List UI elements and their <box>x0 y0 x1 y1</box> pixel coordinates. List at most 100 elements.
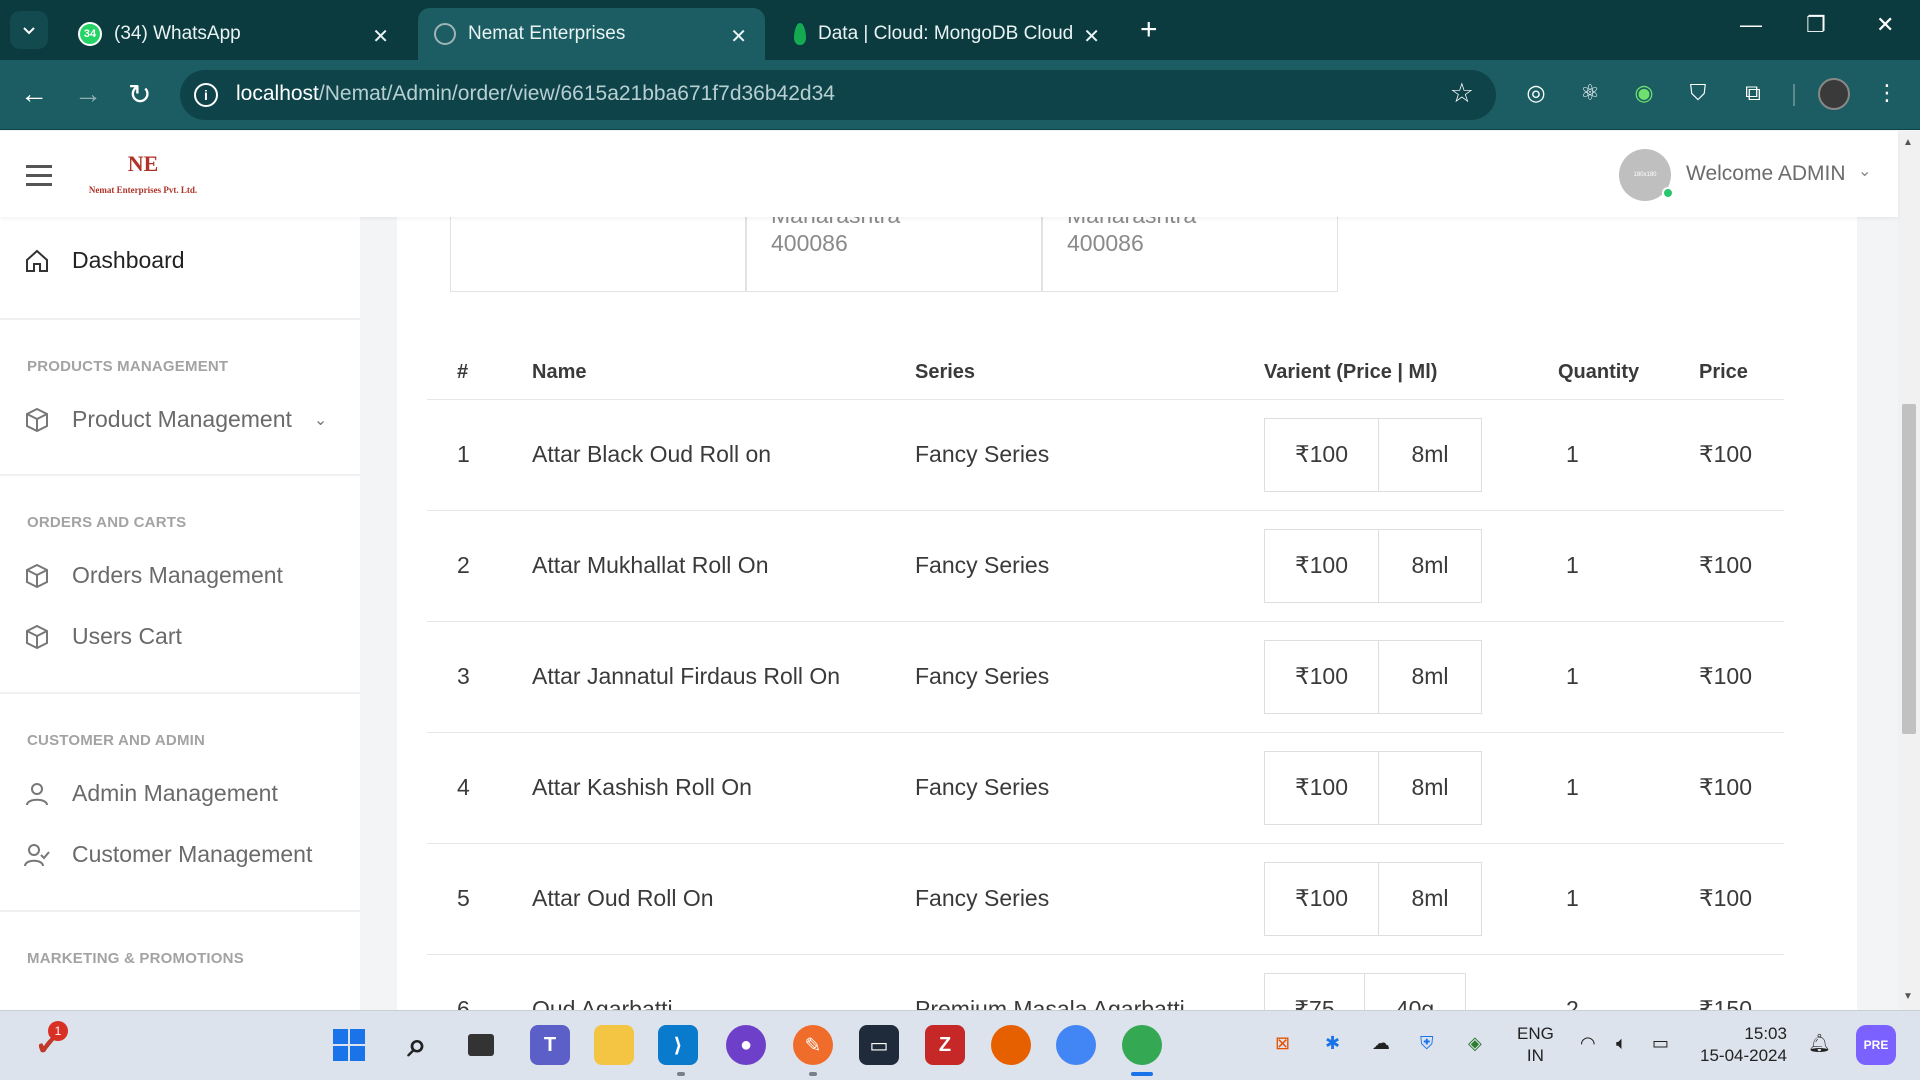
table-row: 4 Attar Kashish Roll On Fancy Series ₹10… <box>427 732 1784 844</box>
chevron-down-icon[interactable]: ⌄ <box>1858 161 1871 181</box>
user-check-icon <box>24 843 50 866</box>
sidebar: Dashboard PRODUCTS MANAGEMENT Product Ma… <box>0 217 360 1010</box>
row-series: Fancy Series <box>915 843 1264 955</box>
close-icon[interactable]: ✕ <box>730 24 747 49</box>
bookmark-star-icon[interactable]: ☆ <box>1450 78 1474 109</box>
tab-whatsapp[interactable]: 34 (34) WhatsApp ✕ <box>62 8 407 60</box>
row-name: Attar Black Oud Roll on <box>532 399 915 511</box>
app-header: NE Nemat Enterprises Pvt. Ltd. 180x180 W… <box>0 131 1898 217</box>
search-icon[interactable]: ⌕ <box>397 1025 437 1065</box>
variant-price: ₹100 <box>1265 640 1379 713</box>
welcome-text[interactable]: Welcome ADMIN <box>1686 162 1845 186</box>
variant-price: ₹100 <box>1265 418 1379 491</box>
profile-avatar[interactable] <box>1818 78 1850 110</box>
menu-toggle-icon[interactable] <box>26 165 52 192</box>
teams-icon[interactable]: T <box>530 1025 570 1065</box>
sidebar-item-customer-management[interactable]: Customer Management <box>24 841 312 868</box>
battery-icon[interactable]: ▭ <box>1652 1033 1669 1054</box>
restore-button[interactable]: ❐ <box>1806 12 1826 38</box>
close-icon[interactable]: ✕ <box>372 24 389 49</box>
filezilla-icon[interactable]: Z <box>925 1025 965 1065</box>
row-price: ₹150 <box>1699 954 1784 1010</box>
variant-size: 8ml <box>1411 663 1449 689</box>
row-number: 3 <box>427 621 532 733</box>
notification-bell-icon[interactable]: 🔔︎ <box>1808 1033 1831 1054</box>
row-variant: ₹100 8ml <box>1264 621 1558 733</box>
variant-price: ₹100 <box>1265 529 1379 602</box>
extensions-puzzle-icon[interactable]: ⧉ <box>1740 80 1766 106</box>
close-icon[interactable]: ✕ <box>1083 24 1100 49</box>
browser-toolbar: ← → ↻ i localhost/Nemat/Admin/order/view… <box>0 60 1920 130</box>
site-info-icon[interactable]: i <box>194 83 218 107</box>
bluetooth-icon[interactable]: ✱ <box>1325 1033 1340 1054</box>
address-cell: Maharashtra 400086 <box>1042 217 1338 292</box>
col-name: Name <box>532 347 915 400</box>
row-price: ₹100 <box>1699 621 1784 733</box>
chrome-profile-icon[interactable] <box>1122 1025 1162 1065</box>
sidebar-item-users-cart[interactable]: Users Cart <box>24 623 182 650</box>
sidebar-item-admin-management[interactable]: Admin Management <box>24 780 278 807</box>
section-heading: ORDERS AND CARTS <box>27 514 187 531</box>
github-desktop-icon[interactable]: ● <box>726 1025 766 1065</box>
variant-size: 8ml <box>1411 552 1449 578</box>
firefox-icon[interactable] <box>991 1025 1031 1065</box>
sidebar-item-orders-management[interactable]: Orders Management <box>24 562 283 589</box>
variant-price: ₹100 <box>1265 751 1379 824</box>
reload-button[interactable]: ↻ <box>128 78 151 111</box>
page-scrollbar[interactable]: ▲ ▼ <box>1898 131 1920 1010</box>
new-tab-button[interactable]: + <box>1140 13 1158 47</box>
volume-icon[interactable]: 🔈︎ <box>1616 1033 1627 1054</box>
address-cell <box>450 217 746 292</box>
address-cell: Maharashtra 400086 <box>746 217 1042 292</box>
terminal-icon[interactable]: ▭ <box>859 1025 899 1065</box>
row-series: Fancy Series <box>915 510 1264 622</box>
defender-icon[interactable]: ⛨ <box>1420 1033 1434 1054</box>
postman-icon[interactable]: ✎ <box>793 1025 833 1065</box>
windows-start-icon[interactable] <box>329 1025 369 1065</box>
minimize-button[interactable]: — <box>1740 12 1762 38</box>
windows-taskbar: ✔ 1 ⌕ T ⟩ ● ✎ ▭ Z ⊠ ✱ ☁ ⛨ ◈ ENG IN ◠ 🔈︎ … <box>0 1010 1920 1080</box>
sidebar-item-dashboard[interactable]: Dashboard <box>24 247 185 274</box>
wifi-icon[interactable]: ◠ <box>1580 1033 1596 1054</box>
tab-mongodb[interactable]: Data | Cloud: MongoDB Cloud ✕ <box>778 8 1118 60</box>
address-bar[interactable]: i localhost/Nemat/Admin/order/view/6615a… <box>180 70 1496 120</box>
row-name: Oud Agarbatti <box>532 954 915 1010</box>
eye-extension-icon[interactable]: ◉ <box>1631 80 1657 106</box>
security-icon[interactable]: ◈ <box>1468 1033 1482 1054</box>
tab-nemat-enterprises[interactable]: Nemat Enterprises ✕ <box>418 8 765 60</box>
row-series: Fancy Series <box>915 732 1264 844</box>
table-row: 3 Attar Jannatul Firdaus Roll On Fancy S… <box>427 621 1784 733</box>
copilot-icon[interactable]: PRE <box>1856 1025 1896 1065</box>
onedrive-icon[interactable]: ☁ <box>1372 1033 1390 1054</box>
row-variant: ₹100 8ml <box>1264 843 1558 955</box>
row-number: 5 <box>427 843 532 955</box>
extension-target-icon[interactable]: ◎ <box>1523 80 1549 106</box>
react-devtools-icon[interactable]: ⚛ <box>1577 80 1603 106</box>
cube-icon <box>26 407 48 432</box>
close-window-button[interactable]: ✕ <box>1876 12 1894 38</box>
vscode-icon[interactable]: ⟩ <box>658 1025 698 1065</box>
chrome-icon[interactable] <box>1056 1025 1096 1065</box>
more-menu-icon[interactable]: ⋮ <box>1874 80 1900 106</box>
section-heading: CUSTOMER AND ADMIN <box>27 732 206 749</box>
shield-extension-icon[interactable]: ⛉ <box>1685 80 1711 106</box>
task-view-icon[interactable] <box>461 1025 501 1065</box>
url-text[interactable]: localhost/Nemat/Admin/order/view/6615a21… <box>236 82 835 106</box>
row-series: Fancy Series <box>915 399 1264 511</box>
row-price: ₹100 <box>1699 510 1784 622</box>
forward-button[interactable]: → <box>74 78 102 110</box>
company-logo[interactable]: NE Nemat Enterprises Pvt. Ltd. <box>78 143 208 207</box>
sidebar-item-product-management[interactable]: Product Management ⌄ <box>24 406 327 433</box>
xampp-icon[interactable]: ⊠ <box>1275 1033 1290 1054</box>
language-indicator[interactable]: ENG IN <box>1517 1023 1554 1067</box>
scrollbar-thumb[interactable] <box>1902 404 1916 734</box>
row-quantity: 1 <box>1558 732 1699 844</box>
variant-size: 8ml <box>1411 885 1449 911</box>
scroll-down-arrow-icon[interactable]: ▼ <box>1903 991 1913 1002</box>
clock[interactable]: 15:03 15-04-2024 <box>1700 1023 1787 1067</box>
tab-search-button[interactable] <box>10 11 48 49</box>
variant-size: 8ml <box>1411 441 1449 467</box>
scroll-up-arrow-icon[interactable]: ▲ <box>1903 137 1913 148</box>
file-explorer-icon[interactable] <box>594 1025 634 1065</box>
back-button[interactable]: ← <box>20 78 48 110</box>
